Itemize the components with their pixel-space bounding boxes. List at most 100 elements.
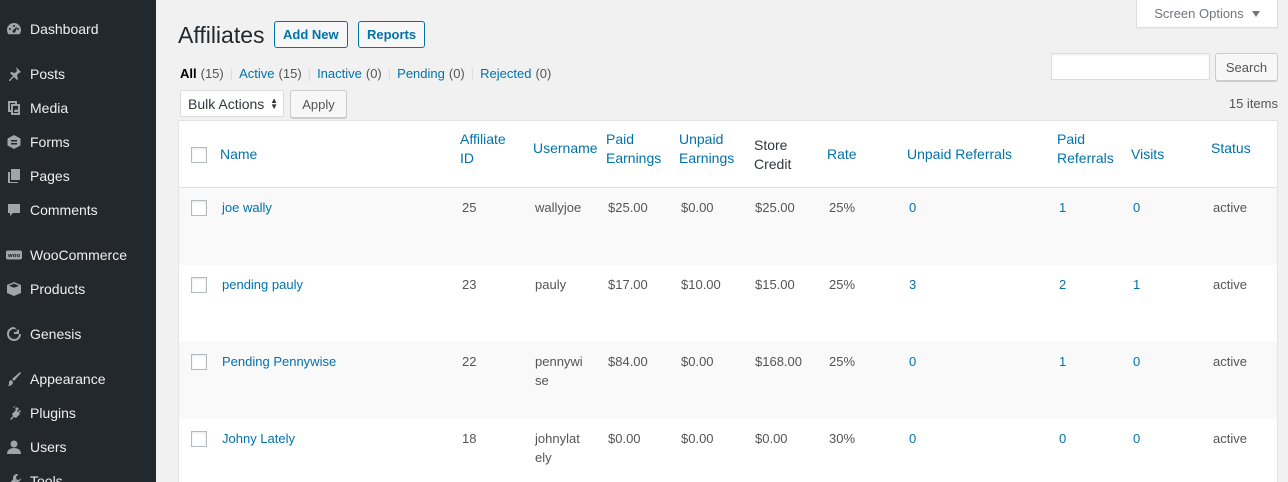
sidebar-item-dashboard[interactable]: Dashboard [0,12,156,46]
column-visits[interactable]: Visits [1131,145,1164,164]
username: wallyjoe [535,198,581,217]
row-checkbox[interactable] [191,277,207,293]
sidebar-item-forms[interactable]: Forms [0,125,156,159]
store-credit: $15.00 [755,277,795,292]
filter-all-label: All [180,66,197,81]
unpaid-referrals-link[interactable]: 0 [909,429,916,448]
rate: 25% [829,200,856,215]
filter-inactive[interactable]: Inactive (0) [317,66,382,81]
apply-button[interactable]: Apply [290,90,347,118]
column-rate[interactable]: Rate [827,145,857,164]
status-value: active [1213,431,1247,446]
column-paid-earnings[interactable]: Paid Earnings [606,130,661,168]
column-unpaid-referrals[interactable]: Unpaid Referrals [907,145,1012,164]
filter-rejected[interactable]: Rejected (0) [480,66,551,81]
visits-link[interactable]: 1 [1133,275,1140,294]
paid-earnings: $17.00 [608,277,648,292]
affiliate-id: 25 [462,200,477,215]
sidebar-item-appearance[interactable]: Appearance [0,362,156,396]
affiliate-name-link[interactable]: pending pauly [222,275,303,294]
affiliate-name-link[interactable]: Johny Lately [222,429,295,448]
username: pauly [535,275,566,294]
column-unpaid-earnings[interactable]: Unpaid Earnings [679,130,734,168]
unpaid-referrals-link[interactable]: 3 [909,275,916,294]
filter-pending-label: Pending [397,66,445,81]
sidebar-item-products[interactable]: Products [0,272,156,306]
row-checkbox[interactable] [191,431,207,447]
affiliate-id: 18 [462,431,477,446]
column-affiliate-id-line1: Affiliate [460,131,506,147]
column-paid-earnings-line2: Earnings [606,150,662,166]
column-paid-referrals-line1: Paid [1057,131,1086,147]
filter-rejected-label: Rejected [480,66,532,81]
paid-earnings: $25.00 [608,200,648,215]
column-paid-referrals[interactable]: Paid Referrals [1057,130,1114,168]
table-row: pending pauly 23 pauly $17.00 $10.00 $15… [179,265,1277,342]
column-paid-referrals-line2: Referrals [1057,150,1114,166]
sidebar-item-posts[interactable]: Posts [0,57,156,91]
dashboard-icon [0,21,30,37]
paid-referrals-link[interactable]: 2 [1059,275,1066,294]
bulk-actions-select[interactable]: Bulk Actions ▲ ▼ [180,90,284,117]
sidebar-item-users[interactable]: Users [0,430,156,464]
sidebar-item-pages[interactable]: Pages [0,159,156,193]
media-icon [0,100,30,116]
filter-active-label: Active [239,66,275,81]
status-value: active [1213,277,1247,292]
sidebar-item-comments[interactable]: Comments [0,193,156,227]
filter-all[interactable]: All (15) [180,66,224,81]
select-arrows-icon: ▲ ▼ [270,96,278,111]
unpaid-earnings: $0.00 [681,431,714,446]
sidebar-item-label: WooCommerce [30,247,127,263]
sidebar-item-plugins[interactable]: Plugins [0,396,156,430]
affiliate-name-link[interactable]: Pending Pennywise [222,352,336,371]
search-button[interactable]: Search [1215,53,1278,81]
add-new-button[interactable]: Add New [274,21,348,48]
genesis-icon [0,326,30,342]
column-status[interactable]: Status [1211,139,1251,158]
column-name[interactable]: Name [220,145,257,164]
paid-referrals-link[interactable]: 0 [1059,429,1066,448]
visits-link[interactable]: 0 [1133,198,1140,217]
status-value: active [1213,200,1247,215]
username-text: pennywi [535,354,583,369]
plugin-icon [0,405,30,421]
filter-active[interactable]: Active (15) [239,66,302,81]
table-header: Name Affiliate ID Username Paid Earnings U… [179,121,1277,188]
filter-separator: | [307,66,312,81]
sidebar-item-label: Plugins [30,405,76,421]
search-input[interactable] [1051,53,1210,80]
sidebar-item-genesis[interactable]: Genesis [0,317,156,351]
pages-icon [0,168,30,184]
reports-button[interactable]: Reports [358,21,426,48]
column-affiliate-id-line2: ID [460,150,474,166]
unpaid-referrals-link[interactable]: 0 [909,198,916,217]
screen-options-button[interactable]: Screen Options [1136,0,1278,28]
select-all-checkbox[interactable] [191,147,207,163]
filter-pending[interactable]: Pending (0) [397,66,465,81]
paid-referrals-link[interactable]: 1 [1059,198,1066,217]
column-username[interactable]: Username [533,139,598,158]
visits-link[interactable]: 0 [1133,352,1140,371]
column-affiliate-id[interactable]: Affiliate ID [460,130,506,168]
column-store-credit-line1: Store [754,137,788,153]
affiliate-name-link[interactable]: joe wally [222,198,272,217]
filter-rejected-count: (0) [535,66,552,81]
visits-link[interactable]: 0 [1133,429,1140,448]
username-text: johnylat [535,431,580,446]
forms-icon [0,134,30,150]
unpaid-referrals-link[interactable]: 0 [909,352,916,371]
filter-pending-count: (0) [448,66,465,81]
sidebar-item-woocommerce[interactable]: woo WooCommerce [0,238,156,272]
row-checkbox[interactable] [191,200,207,216]
page-title: Affiliates [178,22,265,48]
row-checkbox[interactable] [191,354,207,370]
store-credit: $25.00 [755,200,795,215]
username-text: wallyjoe [535,200,582,215]
woo-icon: woo [0,247,30,263]
paid-referrals-link[interactable]: 1 [1059,352,1066,371]
username-text: pauly [535,277,567,292]
filter-separator: | [387,66,392,81]
sidebar-item-tools[interactable]: Tools [0,464,156,482]
sidebar-item-media[interactable]: Media [0,91,156,125]
